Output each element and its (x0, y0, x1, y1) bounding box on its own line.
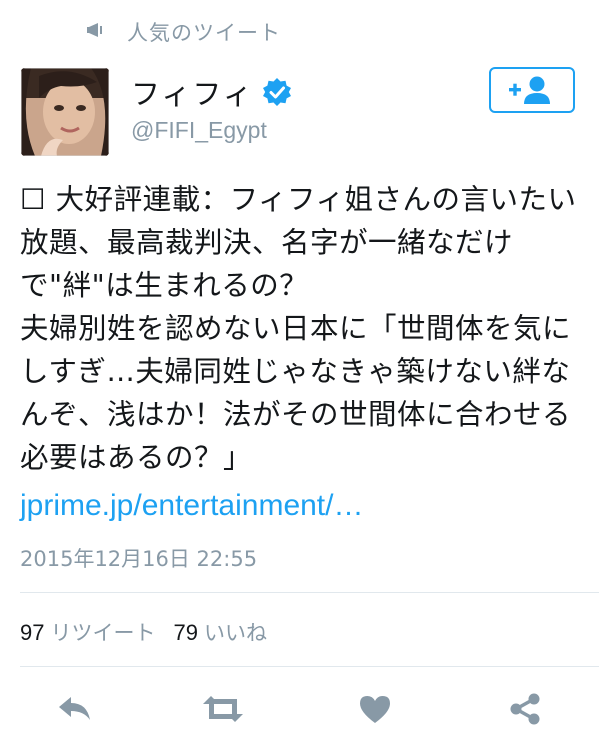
divider (20, 592, 599, 593)
divider (20, 666, 599, 667)
retweet-count[interactable]: 97 (20, 620, 44, 646)
avatar[interactable] (21, 68, 109, 156)
like-button[interactable] (353, 690, 397, 728)
follow-button[interactable] (489, 67, 575, 113)
retweet-icon (203, 696, 243, 722)
retweet-button[interactable] (201, 690, 245, 728)
tweet-timestamp[interactable]: 2015年12月16日 22:55 (20, 543, 257, 573)
like-icon (360, 696, 390, 723)
display-name[interactable]: フィフィ (131, 71, 254, 113)
like-count[interactable]: 79 (173, 620, 197, 646)
tweet-link[interactable]: jprime.jp/entertainment/… (20, 489, 363, 523)
reply-button[interactable] (53, 690, 97, 728)
header-label: 人気のツイート (127, 21, 281, 45)
tweet-stats: 97 リツイート 79 いいね (20, 617, 267, 647)
user-handle[interactable]: @FIFI_Egypt (131, 117, 267, 144)
user-name-row[interactable]: フィフィ (131, 71, 292, 113)
share-button[interactable] (503, 690, 547, 728)
tweet-actions (0, 684, 599, 734)
pin-icon (87, 23, 102, 37)
tweet-text: ☐ 大好評連載：フィフィ姐さんの言いたい放題、最高裁判決、名字が一緒なだけで"絆… (20, 183, 577, 474)
retweet-label[interactable]: リツイート (50, 617, 155, 647)
top-tweet-header: 人気のツイート (0, 0, 599, 60)
reply-icon (59, 697, 90, 720)
like-label[interactable]: いいね (204, 617, 267, 647)
add-user-icon (509, 76, 550, 104)
share-icon (510, 693, 540, 725)
verified-badge-icon (262, 78, 291, 106)
